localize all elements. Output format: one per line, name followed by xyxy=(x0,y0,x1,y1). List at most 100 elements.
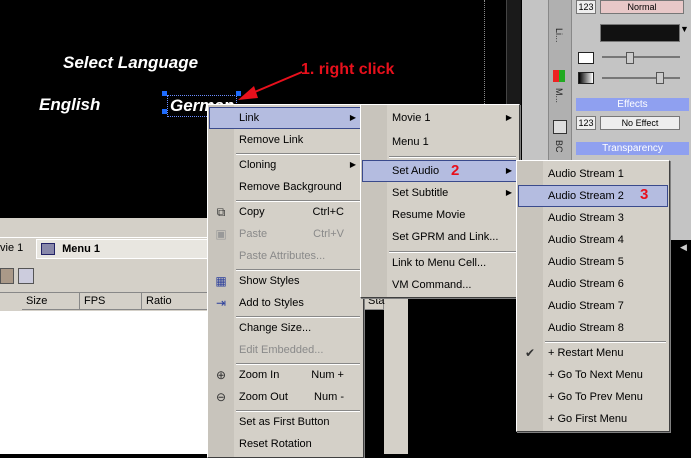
movie-list[interactable] xyxy=(0,311,208,454)
menu-separator xyxy=(389,156,516,158)
menu-item-cloning[interactable]: Cloning ▶ xyxy=(209,154,362,176)
menu-item-go-prev-menu[interactable]: + Go To Prev Menu xyxy=(518,386,668,408)
vertical-label: BC xyxy=(554,140,564,153)
menu-item-set-gprm-link[interactable]: Set GPRM and Link... xyxy=(362,226,518,248)
menu-item-vm-command[interactable]: VM Command... xyxy=(362,274,518,296)
menu-item-label: Set Subtitle xyxy=(392,187,449,199)
menu-item-show-styles[interactable]: ▦ Show Styles xyxy=(209,270,362,292)
menu-item-movie-1[interactable]: Movie 1 ▶ xyxy=(362,107,518,129)
context-menu: Link ▶ Remove Link Cloning ▶ Remove Backgr… xyxy=(207,104,364,458)
menu-item-restart-menu[interactable]: ✔ + Restart Menu xyxy=(518,342,668,364)
menu-item-set-subtitle[interactable]: Set Subtitle ▶ xyxy=(362,182,518,204)
menu-item-label: + Go To Next Menu xyxy=(548,369,643,381)
menu-item-paste[interactable]: ▣ Paste Ctrl+V xyxy=(209,223,362,245)
layer-icon[interactable] xyxy=(578,52,594,64)
menu-item-audio-stream-3[interactable]: Audio Stream 3 xyxy=(518,207,668,229)
menu-item-label: Audio Stream 7 xyxy=(548,300,624,312)
checkmark-icon: ✔ xyxy=(524,346,536,360)
menu-item-go-first-menu[interactable]: + Go First Menu xyxy=(518,408,668,430)
column-header-fps[interactable]: FPS xyxy=(80,293,142,310)
menu-item-label: Menu 1 xyxy=(392,136,429,148)
menu-item-paste-attributes[interactable]: Paste Attributes... xyxy=(209,245,362,267)
menu-item-audio-stream-7[interactable]: Audio Stream 7 xyxy=(518,295,668,317)
menu-item-change-size[interactable]: Change Size... xyxy=(209,317,362,339)
effects-header: Effects xyxy=(576,98,689,111)
transparency-header: Transparency xyxy=(576,142,689,155)
tab-movie[interactable]: vie 1 xyxy=(0,239,34,257)
menu-item-set-first-button[interactable]: Set as First Button xyxy=(209,411,362,433)
paste-icon: ▣ xyxy=(215,227,227,241)
menu-item-label: Resume Movie xyxy=(392,209,466,221)
menu-item-link-menu-cell[interactable]: Link to Menu Cell... xyxy=(362,252,518,274)
color-arrow-icon[interactable]: ▼ xyxy=(680,24,689,34)
submenu-arrow-icon: ▶ xyxy=(505,166,512,175)
effect-field[interactable]: No Effect xyxy=(600,116,680,130)
menu-item-menu-1[interactable]: Menu 1 xyxy=(362,131,518,153)
annotation-right-click: 1. right click xyxy=(301,61,395,78)
submenu-arrow-icon: ▶ xyxy=(349,113,356,122)
slider-track[interactable] xyxy=(602,56,680,58)
import-icon[interactable] xyxy=(0,268,14,284)
menu-item-audio-stream-5[interactable]: Audio Stream 5 xyxy=(518,251,668,273)
menu-item-remove-background[interactable]: Remove Background xyxy=(209,176,362,198)
selection-handle[interactable] xyxy=(162,91,167,96)
vertical-label: Li... xyxy=(554,28,564,43)
menu-item-zoom-in[interactable]: ⊕ Zoom In Num + xyxy=(209,364,362,386)
menu-item-go-next-menu[interactable]: + Go To Next Menu xyxy=(518,364,668,386)
zoom-out-icon: ⊖ xyxy=(215,390,227,404)
tool-icon[interactable] xyxy=(553,120,567,134)
menu-item-label: Paste xyxy=(239,228,268,240)
gradient-icon[interactable] xyxy=(578,72,594,84)
slider-handle[interactable] xyxy=(626,52,634,64)
scroll-left-icon[interactable]: ◀ xyxy=(680,242,687,253)
column-header-size[interactable]: Size xyxy=(22,293,80,310)
menu-item-link[interactable]: Link ▶ xyxy=(209,107,362,129)
slider-track[interactable] xyxy=(602,77,680,79)
list-toolbar xyxy=(0,260,208,293)
menu-item-set-audio[interactable]: Set Audio ▶ xyxy=(362,160,518,182)
menu-item-label: + Go To Prev Menu xyxy=(548,391,643,403)
menu-item-label: Paste Attributes... xyxy=(239,250,326,262)
menu-item-label: Copy xyxy=(239,206,265,218)
menu-item-audio-stream-8[interactable]: Audio Stream 8 xyxy=(518,317,668,339)
menu-item-label: Remove Link xyxy=(239,134,304,146)
menu-item-label: Set as First Button xyxy=(239,416,330,428)
zoom-in-icon: ⊕ xyxy=(215,368,227,382)
menu-item-audio-stream-6[interactable]: Audio Stream 6 xyxy=(518,273,668,295)
menu-item-remove-link[interactable]: Remove Link xyxy=(209,129,362,151)
menu-item-label: Remove Background xyxy=(239,181,342,193)
tab-bar: vie 1 Menu 1 xyxy=(0,237,208,259)
menu-item-audio-stream-1[interactable]: Audio Stream 1 xyxy=(518,163,668,185)
menu-item-add-to-styles[interactable]: ⇥ Add to Styles xyxy=(209,292,362,314)
menu-item-zoom-out[interactable]: ⊖ Zoom Out Num - xyxy=(209,386,362,408)
num-field[interactable]: 123 xyxy=(576,116,596,130)
menu-item-label: Add to Styles xyxy=(239,297,304,309)
menu-item-audio-stream-4[interactable]: Audio Stream 4 xyxy=(518,229,668,251)
num-field[interactable]: 123 xyxy=(576,0,596,14)
tab-menu[interactable]: Menu 1 xyxy=(36,239,208,259)
selection-handle[interactable] xyxy=(162,109,167,114)
menu-item-label: Audio Stream 2 xyxy=(548,190,624,202)
tab-menu-label: Menu 1 xyxy=(62,243,100,255)
menu-item-resume-movie[interactable]: Resume Movie xyxy=(362,204,518,226)
menu-item-reset-rotation[interactable]: Reset Rotation xyxy=(209,433,362,455)
menu-item-copy[interactable]: ⧉ Copy Ctrl+C xyxy=(209,201,362,223)
annotation-arrow-icon xyxy=(238,71,303,100)
menu-item-label: Audio Stream 5 xyxy=(548,256,624,268)
english-button[interactable]: English xyxy=(39,95,100,115)
menu-item-edit-embedded[interactable]: Edit Embedded... xyxy=(209,339,362,361)
copy-icon: ⧉ xyxy=(216,205,226,219)
color-swatch[interactable] xyxy=(600,24,680,42)
menu-item-label: Zoom In xyxy=(239,369,280,381)
column-header-ratio[interactable]: Ratio xyxy=(142,293,208,310)
network-icon[interactable] xyxy=(18,268,34,284)
vertical-label: M... xyxy=(554,88,564,103)
submenu-arrow-icon: ▶ xyxy=(505,188,512,197)
menu-item-label: Audio Stream 3 xyxy=(548,212,624,224)
menu-item-label: Audio Stream 8 xyxy=(548,322,624,334)
slider-handle[interactable] xyxy=(656,72,664,84)
menu-item-label: Change Size... xyxy=(239,322,312,334)
menu-item-label: Set GPRM and Link... xyxy=(392,231,499,243)
color-icon[interactable] xyxy=(553,70,565,82)
blend-mode-field[interactable]: Normal xyxy=(600,0,684,14)
